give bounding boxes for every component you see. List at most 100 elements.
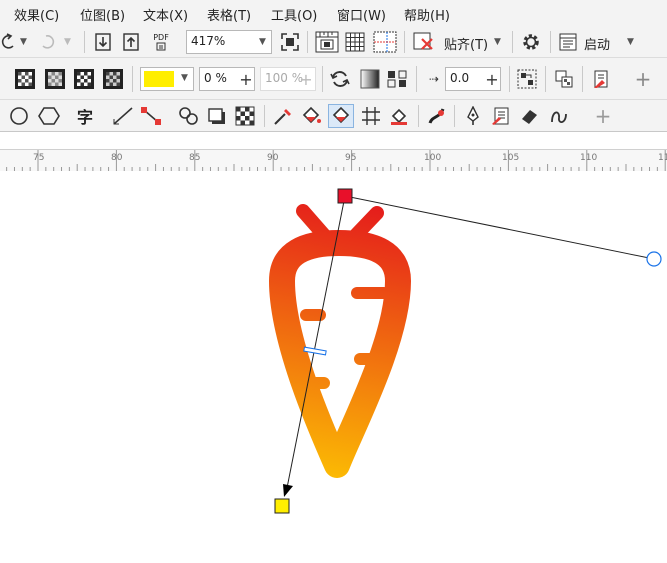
ruler-label-80: 80	[111, 153, 123, 163]
parallel-dimension-tool-icon[interactable]	[112, 106, 134, 126]
fountain-transparency-icon[interactable]	[44, 68, 66, 90]
property-bar: ▼ 0 % + 100 % + ⇢ 0.0 + +	[0, 58, 667, 100]
blend-tool-icon[interactable]	[178, 106, 200, 126]
menu-help[interactable]: 帮助(H)	[404, 5, 450, 24]
standard-toolbar: ▼ ▼ PDF 417% ▼ 贴齐(T) ▼ 启动 ▼	[0, 26, 667, 58]
acceleration-icon[interactable]	[386, 68, 408, 90]
smart-fill-tool-icon[interactable]	[328, 104, 354, 128]
bezier-curve-tool-icon[interactable]	[548, 106, 570, 126]
ruler-label-115: 11	[658, 153, 667, 163]
launch-menu[interactable]: 启动	[584, 34, 610, 53]
pattern-transparency-icon[interactable]	[73, 68, 95, 90]
smart-drawing-tool-icon[interactable]	[426, 106, 448, 126]
ruler-label-90: 90	[267, 153, 279, 163]
artwork	[269, 188, 662, 514]
undo-dropdown-icon[interactable]: ▼	[20, 37, 27, 47]
ellipse-tool-icon[interactable]	[8, 106, 30, 126]
launch-dropdown-icon[interactable]: ▼	[627, 37, 634, 47]
application-launcher-icon[interactable]	[558, 32, 578, 52]
carrot-body	[269, 230, 411, 478]
node-color-swatch	[144, 71, 174, 87]
separator	[84, 31, 85, 53]
ruler-ticks	[6, 150, 666, 172]
separator	[307, 31, 308, 53]
edit-transparency-icon[interactable]	[590, 68, 612, 90]
import-icon[interactable]	[94, 32, 112, 52]
ruler-label-110: 110	[580, 153, 598, 163]
connector-tool-icon[interactable]	[140, 106, 162, 126]
fill-bucket-tool-icon[interactable]	[388, 106, 410, 126]
export-icon[interactable]	[122, 32, 140, 52]
menu-effects[interactable]: 效果(C)	[14, 5, 59, 24]
separator	[322, 66, 323, 92]
ruler-label-95: 95	[345, 153, 357, 163]
options-gear-icon[interactable]	[520, 31, 542, 53]
add-icon[interactable]: +	[632, 67, 654, 91]
ruler-strip	[0, 149, 667, 172]
redo-icon[interactable]	[40, 33, 56, 51]
copy-transparency-icon[interactable]	[553, 68, 575, 90]
interactive-fill-tool-icon[interactable]	[300, 106, 322, 126]
mesh-fill-tool-icon[interactable]	[360, 106, 382, 126]
separator	[404, 31, 405, 53]
pdf-label: PDF	[153, 33, 169, 42]
ruler-label-100: 100	[424, 153, 442, 163]
polygon-tool-icon[interactable]	[38, 106, 60, 126]
angle-value: 0.0	[450, 71, 470, 85]
snap-to-menu[interactable]: 贴齐(T)	[444, 34, 488, 53]
separator	[512, 31, 513, 53]
drop-shadow-tool-icon[interactable]	[206, 106, 228, 126]
eraser-tool-icon[interactable]	[518, 106, 540, 126]
separator	[418, 105, 419, 127]
reverse-transparency-icon[interactable]	[329, 68, 351, 90]
publish-pdf-button[interactable]: PDF	[150, 31, 172, 53]
separator	[545, 66, 546, 92]
menu-text[interactable]: 文本(X)	[143, 5, 188, 24]
node-color-picker[interactable]: ▼	[140, 67, 194, 91]
node-transparency-value: 0 %	[204, 71, 227, 85]
drawing-canvas[interactable]	[0, 171, 667, 563]
angle-stepper-icon[interactable]: +	[484, 69, 500, 89]
toolbox: 字 +	[0, 100, 667, 132]
color-dropdown-icon[interactable]: ▼	[181, 73, 188, 83]
transparency-tool-icon[interactable]	[234, 106, 256, 126]
snap-dropdown-icon[interactable]: ▼	[494, 37, 501, 47]
zoom-level-value: 417%	[191, 34, 226, 48]
text-tool-icon[interactable]: 字	[74, 105, 96, 127]
menu-table[interactable]: 表格(T)	[207, 5, 251, 24]
redo-dropdown-icon[interactable]: ▼	[64, 37, 71, 47]
add-tool-icon[interactable]: +	[592, 104, 614, 128]
separator	[550, 31, 551, 53]
start-color-node[interactable]	[337, 188, 353, 204]
ruler-label-85: 85	[189, 153, 201, 163]
eyedropper-tool-icon[interactable]	[272, 106, 294, 126]
smooth-blend-icon[interactable]	[359, 68, 381, 90]
full-screen-preview-icon[interactable]	[280, 32, 300, 52]
snap-off-icon[interactable]	[412, 31, 434, 53]
show-rulers-icon[interactable]	[315, 31, 339, 53]
separator	[416, 66, 417, 92]
show-guidelines-icon[interactable]	[373, 31, 397, 53]
texture-transparency-icon[interactable]	[102, 68, 124, 90]
horizontal-ruler: 75 80 85 90 95 100 105 110 11	[0, 132, 667, 172]
uniform-transparency-icon[interactable]	[14, 68, 36, 90]
menu-window[interactable]: 窗口(W)	[337, 5, 386, 24]
pen-tool-icon[interactable]	[462, 106, 484, 126]
show-grid-icon[interactable]	[345, 32, 365, 52]
menu-tools[interactable]: 工具(O)	[271, 5, 317, 24]
separator	[582, 66, 583, 92]
free-scale-skew-icon[interactable]	[516, 68, 538, 90]
gradient-arrow-head	[283, 484, 293, 497]
ruler-label-105: 105	[502, 153, 520, 163]
menu-bitmaps[interactable]: 位图(B)	[80, 5, 125, 24]
menu-bar: 效果(C) 位图(B) 文本(X) 表格(T) 工具(O) 窗口(W) 帮助(H…	[0, 0, 667, 26]
object-properties-icon[interactable]	[490, 106, 512, 126]
midpoint-stepper-icon: +	[299, 69, 313, 89]
separator	[509, 66, 510, 92]
pdf-icon	[156, 42, 166, 51]
end-color-node[interactable]	[274, 498, 290, 514]
angle-handle[interactable]	[646, 251, 662, 267]
zoom-dropdown-icon[interactable]: ▼	[259, 37, 266, 47]
transparency-stepper-icon[interactable]: +	[238, 69, 254, 89]
undo-icon[interactable]	[0, 33, 16, 51]
